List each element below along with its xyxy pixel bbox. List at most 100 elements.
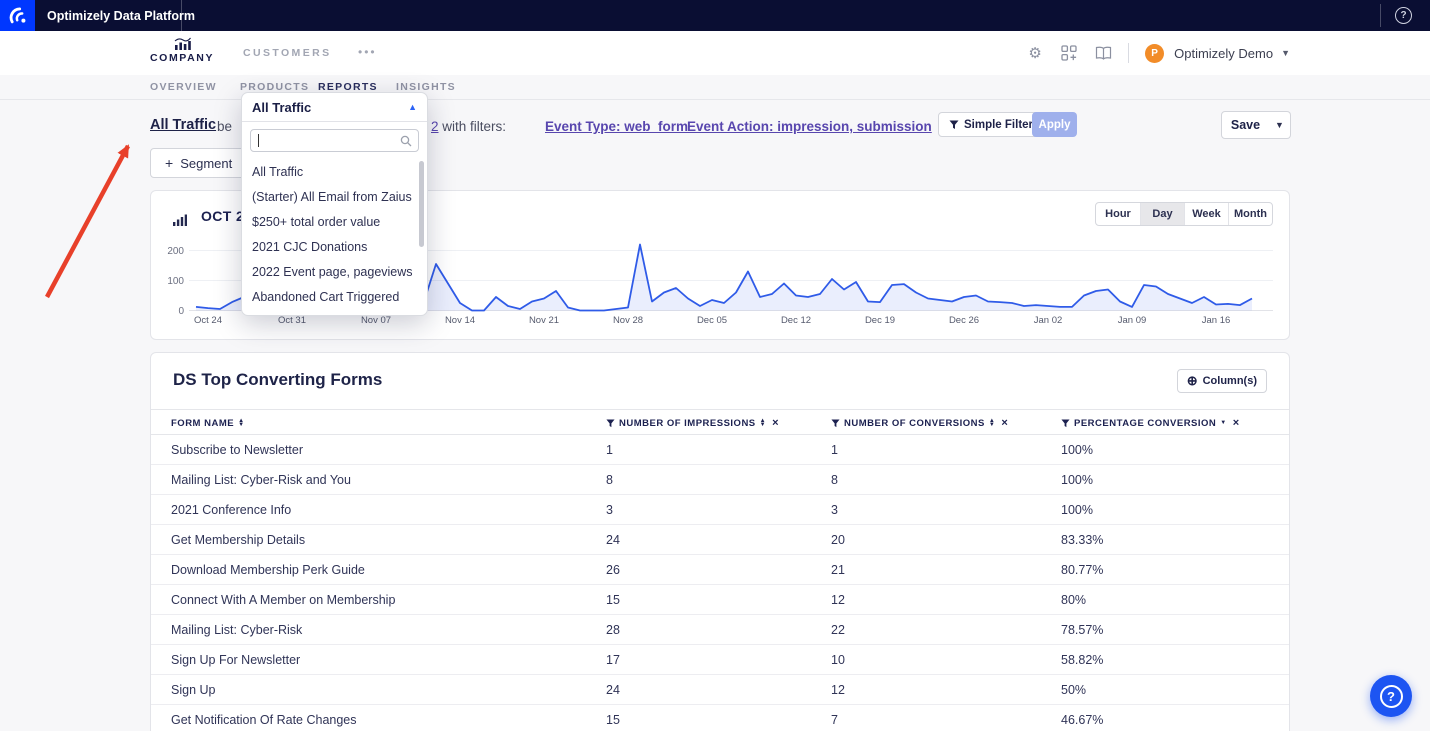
segment-option-3[interactable]: 2021 CJC Donations	[242, 234, 427, 259]
segment-options-list: All Traffic(Starter) All Email from Zaiu…	[242, 157, 427, 315]
docs-book-icon[interactable]	[1094, 44, 1112, 62]
impressions-cell: 17	[606, 653, 620, 667]
impressions-cell: 3	[606, 503, 613, 517]
table-row[interactable]: Download Membership Perk Guide262180.77%	[151, 555, 1289, 585]
table-row[interactable]: Subscribe to Newsletter11100%	[151, 435, 1289, 465]
svg-text:200: 200	[167, 246, 184, 257]
topbar-divider-right	[1380, 4, 1381, 27]
sort-icon[interactable]: ▲▼	[989, 419, 995, 428]
impressions-cell: 28	[606, 623, 620, 637]
x-tick-label: Nov 14	[445, 315, 475, 326]
segment-option-0[interactable]: All Traffic	[242, 159, 427, 184]
conversions-cell: 7	[831, 713, 838, 727]
segment-dropdown-selected[interactable]: All Traffic ▲	[242, 93, 427, 122]
nav-right-group: ⚙ P Optimizely Demo ▼	[1026, 31, 1290, 75]
top-bar: Optimizely Data Platform ?	[0, 0, 1430, 31]
optimizely-logo-icon	[8, 6, 28, 26]
sort-desc-icon[interactable]: ▼	[1220, 421, 1226, 426]
percentage-cell: 50%	[1061, 683, 1086, 697]
segment-search-input[interactable]	[250, 129, 419, 152]
remove-column-icon[interactable]: ×	[1233, 417, 1240, 429]
remove-column-icon[interactable]: ×	[1001, 417, 1008, 429]
form-name-cell: Download Membership Perk Guide	[171, 563, 365, 577]
table-row[interactable]: Sign Up For Newsletter171058.82%	[151, 645, 1289, 675]
simple-filter-button[interactable]: Simple Filter	[938, 112, 1044, 137]
chevron-up-icon: ▲	[408, 102, 417, 112]
columns-button[interactable]: ⊕ Column(s)	[1177, 369, 1267, 393]
table-row[interactable]: Get Membership Details242083.33%	[151, 525, 1289, 555]
percentage-cell: 80.77%	[1061, 563, 1103, 577]
x-tick-label: Jan 02	[1034, 315, 1063, 326]
table-row[interactable]: Sign Up241250%	[151, 675, 1289, 705]
columns-plus-icon: ⊕	[1187, 373, 1198, 389]
svg-text:0: 0	[178, 306, 184, 317]
nav-more-menu[interactable]: •••	[358, 45, 377, 59]
nav-item-company[interactable]: COMPANY	[150, 37, 214, 64]
filter-link-1[interactable]: Event Action: impression, submission	[687, 119, 932, 134]
column-header-3[interactable]: PERCENTAGE CONVERSION ▼ ×	[1061, 410, 1240, 436]
topbar-help-icon[interactable]: ?	[1395, 7, 1412, 24]
scrollbar-thumb[interactable]	[419, 161, 424, 247]
impressions-cell: 26	[606, 563, 620, 577]
x-tick-label: Dec 05	[697, 315, 727, 326]
remove-column-icon[interactable]: ×	[772, 417, 779, 429]
x-tick-label: Oct 31	[278, 315, 306, 326]
table-row[interactable]: 2021 Conference Info33100%	[151, 495, 1289, 525]
impressions-cell: 15	[606, 593, 620, 607]
column-header-2[interactable]: NUMBER OF CONVERSIONS▲▼×	[831, 410, 1008, 436]
segment-option-2[interactable]: $250+ total order value	[242, 209, 427, 234]
impressions-cell: 24	[606, 683, 620, 697]
account-name[interactable]: Optimizely Demo	[1174, 46, 1273, 61]
column-header-1[interactable]: NUMBER OF IMPRESSIONS▲▼×	[606, 410, 779, 436]
help-question-icon: ?	[1380, 685, 1403, 708]
company-chart-icon	[174, 37, 191, 50]
table-title: DS Top Converting Forms	[173, 370, 382, 390]
x-tick-label: Dec 12	[781, 315, 811, 326]
form-name-cell: Sign Up	[171, 683, 215, 697]
optimizely-logo[interactable]	[0, 0, 35, 31]
percentage-cell: 83.33%	[1061, 533, 1103, 547]
date-range-link-end[interactable]: 2	[431, 119, 439, 134]
nav-item-customers[interactable]: CUSTOMERS	[243, 47, 332, 59]
funnel-icon	[1061, 419, 1070, 428]
account-avatar[interactable]: P	[1145, 44, 1164, 63]
search-icon	[400, 135, 412, 147]
impressions-cell: 8	[606, 473, 613, 487]
plus-icon: +	[165, 155, 173, 171]
percentage-cell: 58.82%	[1061, 653, 1103, 667]
sort-icon[interactable]: ▲▼	[760, 419, 766, 428]
percentage-cell: 46.67%	[1061, 713, 1103, 727]
table-row[interactable]: Connect With A Member on Membership15128…	[151, 585, 1289, 615]
segment-option-1[interactable]: (Starter) All Email from Zaius	[242, 184, 427, 209]
with-filters-label: with filters:	[442, 119, 506, 134]
apply-button[interactable]: Apply	[1032, 112, 1077, 137]
filter-link-0[interactable]: Event Type: web_form	[545, 119, 688, 134]
segment-option-5[interactable]: Abandoned Cart Triggered	[242, 284, 427, 309]
segment-all-traffic-link[interactable]: All Traffic	[150, 117, 216, 133]
tab-overview[interactable]: OVERVIEW	[150, 81, 217, 93]
table-row[interactable]: Mailing List: Cyber-Risk282278.57%	[151, 615, 1289, 645]
save-caret-button[interactable]: ▼	[1269, 111, 1291, 139]
x-tick-label: Dec 26	[949, 315, 979, 326]
table-row[interactable]: Get Notification Of Rate Changes15746.67…	[151, 705, 1289, 731]
settings-gear-icon[interactable]: ⚙	[1026, 44, 1044, 62]
segment-option-4[interactable]: 2022 Event page, pageviews	[242, 259, 427, 284]
x-tick-label: Nov 21	[529, 315, 559, 326]
table-row[interactable]: Mailing List: Cyber-Risk and You88100%	[151, 465, 1289, 495]
account-caret-icon[interactable]: ▼	[1281, 48, 1290, 58]
percentage-cell: 100%	[1061, 503, 1093, 517]
app-title: Optimizely Data Platform	[47, 0, 195, 31]
sort-icon[interactable]: ▲▼	[238, 419, 244, 428]
conversions-cell: 22	[831, 623, 845, 637]
column-header-0[interactable]: FORM NAME▲▼	[171, 410, 245, 436]
app-switcher-icon[interactable]	[1060, 44, 1078, 62]
funnel-icon	[831, 419, 840, 428]
save-button[interactable]: Save	[1221, 111, 1270, 139]
form-name-cell: Sign Up For Newsletter	[171, 653, 300, 667]
add-segment-button[interactable]: + Segment	[150, 148, 247, 178]
impressions-cell: 1	[606, 443, 613, 457]
column-label: PERCENTAGE CONVERSION	[1074, 418, 1216, 429]
funnel-icon	[949, 120, 959, 130]
form-name-cell: Get Notification Of Rate Changes	[171, 713, 357, 727]
help-fab-button[interactable]: ?	[1370, 675, 1412, 717]
